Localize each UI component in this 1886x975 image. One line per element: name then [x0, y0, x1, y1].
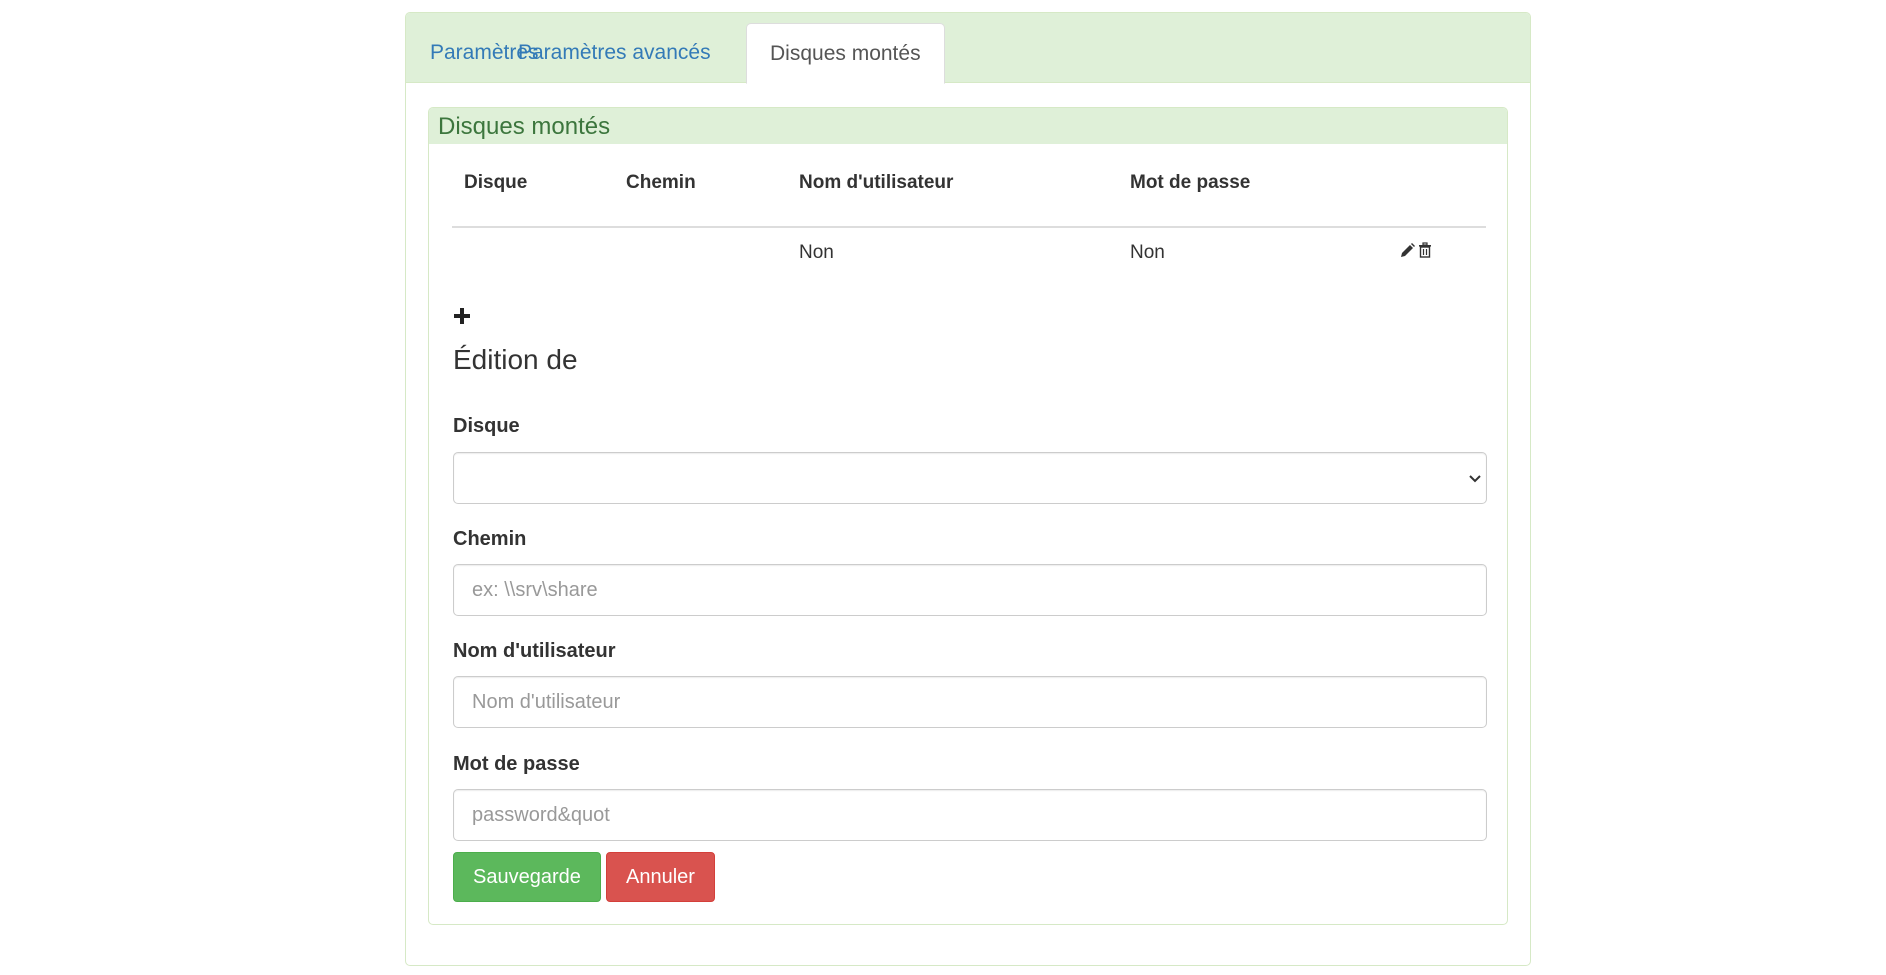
edit-form-title: Édition de	[453, 344, 578, 375]
cell-password: Non	[1130, 242, 1165, 263]
row-actions	[1399, 240, 1433, 260]
column-header-username: Nom d'utilisateur	[799, 172, 954, 193]
column-header-chemin: Chemin	[626, 172, 696, 193]
mounted-drives-panel: Disques montés Disque Chemin Nom d'utili…	[428, 107, 1508, 925]
password-input[interactable]	[453, 789, 1487, 841]
trash-icon[interactable]	[1417, 240, 1433, 260]
username-label: Nom d'utilisateur	[453, 640, 616, 662]
disque-label: Disque	[453, 415, 520, 437]
cancel-button[interactable]: Annuler	[606, 852, 715, 902]
column-header-disque: Disque	[464, 172, 528, 193]
save-button[interactable]: Sauvegarde	[453, 852, 601, 902]
cell-username: Non	[799, 242, 834, 263]
tab-bar: Paramètres Paramètres avancés Disques mo…	[406, 13, 1530, 84]
username-input[interactable]	[453, 676, 1487, 728]
settings-panel: Paramètres Paramètres avancés Disques mo…	[405, 12, 1531, 966]
password-label: Mot de passe	[453, 753, 580, 775]
tab-disques-montes[interactable]: Disques montés	[746, 23, 945, 84]
pencil-icon[interactable]	[1399, 240, 1415, 260]
panel-heading: Disques montés	[429, 108, 1507, 144]
plus-icon[interactable]	[453, 302, 471, 330]
table-header-divider	[452, 226, 1486, 228]
chemin-input[interactable]	[453, 564, 1487, 616]
chemin-label: Chemin	[453, 528, 527, 550]
tab-parametres-avances[interactable]: Paramètres avancés	[495, 23, 734, 83]
column-header-password: Mot de passe	[1130, 172, 1251, 193]
disque-select[interactable]	[453, 452, 1487, 504]
